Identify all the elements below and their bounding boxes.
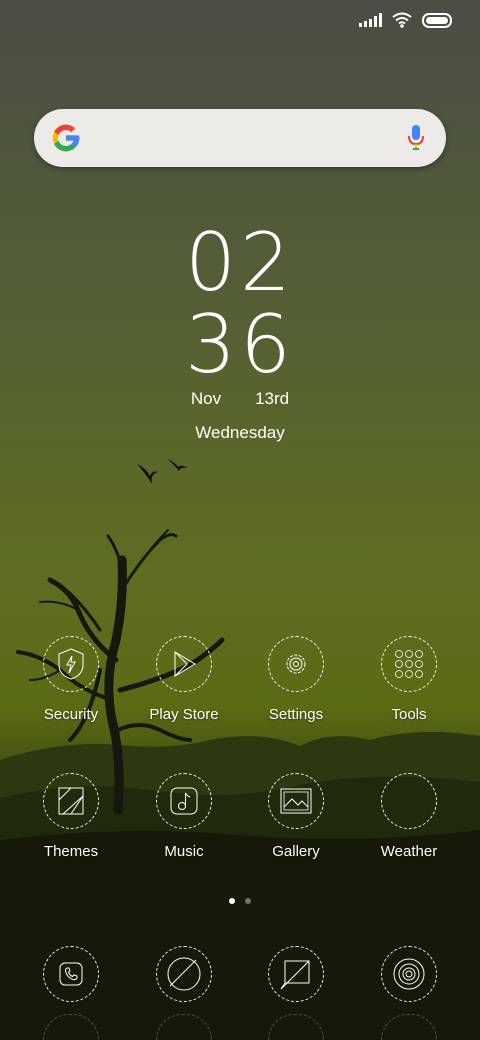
music-note-icon [170,787,198,815]
app-label: Security [43,706,99,723]
wifi-icon [392,12,412,28]
camera-icon [393,958,425,990]
app-settings[interactable]: Settings [240,636,352,723]
dock-messages[interactable] [240,946,352,1002]
app-label: Settings [268,706,324,723]
dock-phone[interactable] [15,946,127,1002]
play-store-icon [174,651,196,677]
app-themes[interactable]: Themes [15,773,127,860]
clock-month: Nov [190,389,222,408]
app-label: Play Store [149,706,219,723]
app-gallery[interactable]: Gallery [240,773,352,860]
gallery-icon [280,788,312,814]
app-music[interactable]: Music [128,773,240,860]
tools-folder-icon [395,650,423,678]
app-label: Themes [43,843,99,860]
weather-icon [404,796,414,806]
google-logo-icon [52,124,80,152]
battery-icon [422,12,452,28]
clock-date: Nov 13rd [0,389,480,409]
messages-icon [280,960,310,990]
app-label: Weather [380,843,438,860]
app-label: Gallery [272,843,320,860]
app-tools[interactable]: Tools [353,636,465,723]
shield-icon [58,648,84,680]
google-search-bar[interactable] [34,109,446,167]
app-label: Tools [391,706,427,723]
clock-day: 13rd [255,389,290,408]
app-weather[interactable]: Weather [353,773,465,860]
gear-icon [286,654,306,674]
dock-camera[interactable] [353,946,465,1002]
phone-icon [59,962,83,986]
signal-icon [359,13,382,27]
page-indicator[interactable] [0,898,480,904]
dock-browser[interactable] [128,946,240,1002]
clock-hour[interactable]: 02 [0,218,480,308]
page-dot-active[interactable] [229,898,235,904]
app-play-store[interactable]: Play Store [128,636,240,723]
clock-minute[interactable]: 36 [0,300,480,390]
page-dot[interactable] [245,898,251,904]
themes-icon [58,787,84,815]
status-bar [359,12,452,28]
app-security[interactable]: Security [15,636,127,723]
app-label: Music [164,843,204,860]
browser-icon [167,957,201,991]
microphone-icon[interactable] [408,125,424,151]
